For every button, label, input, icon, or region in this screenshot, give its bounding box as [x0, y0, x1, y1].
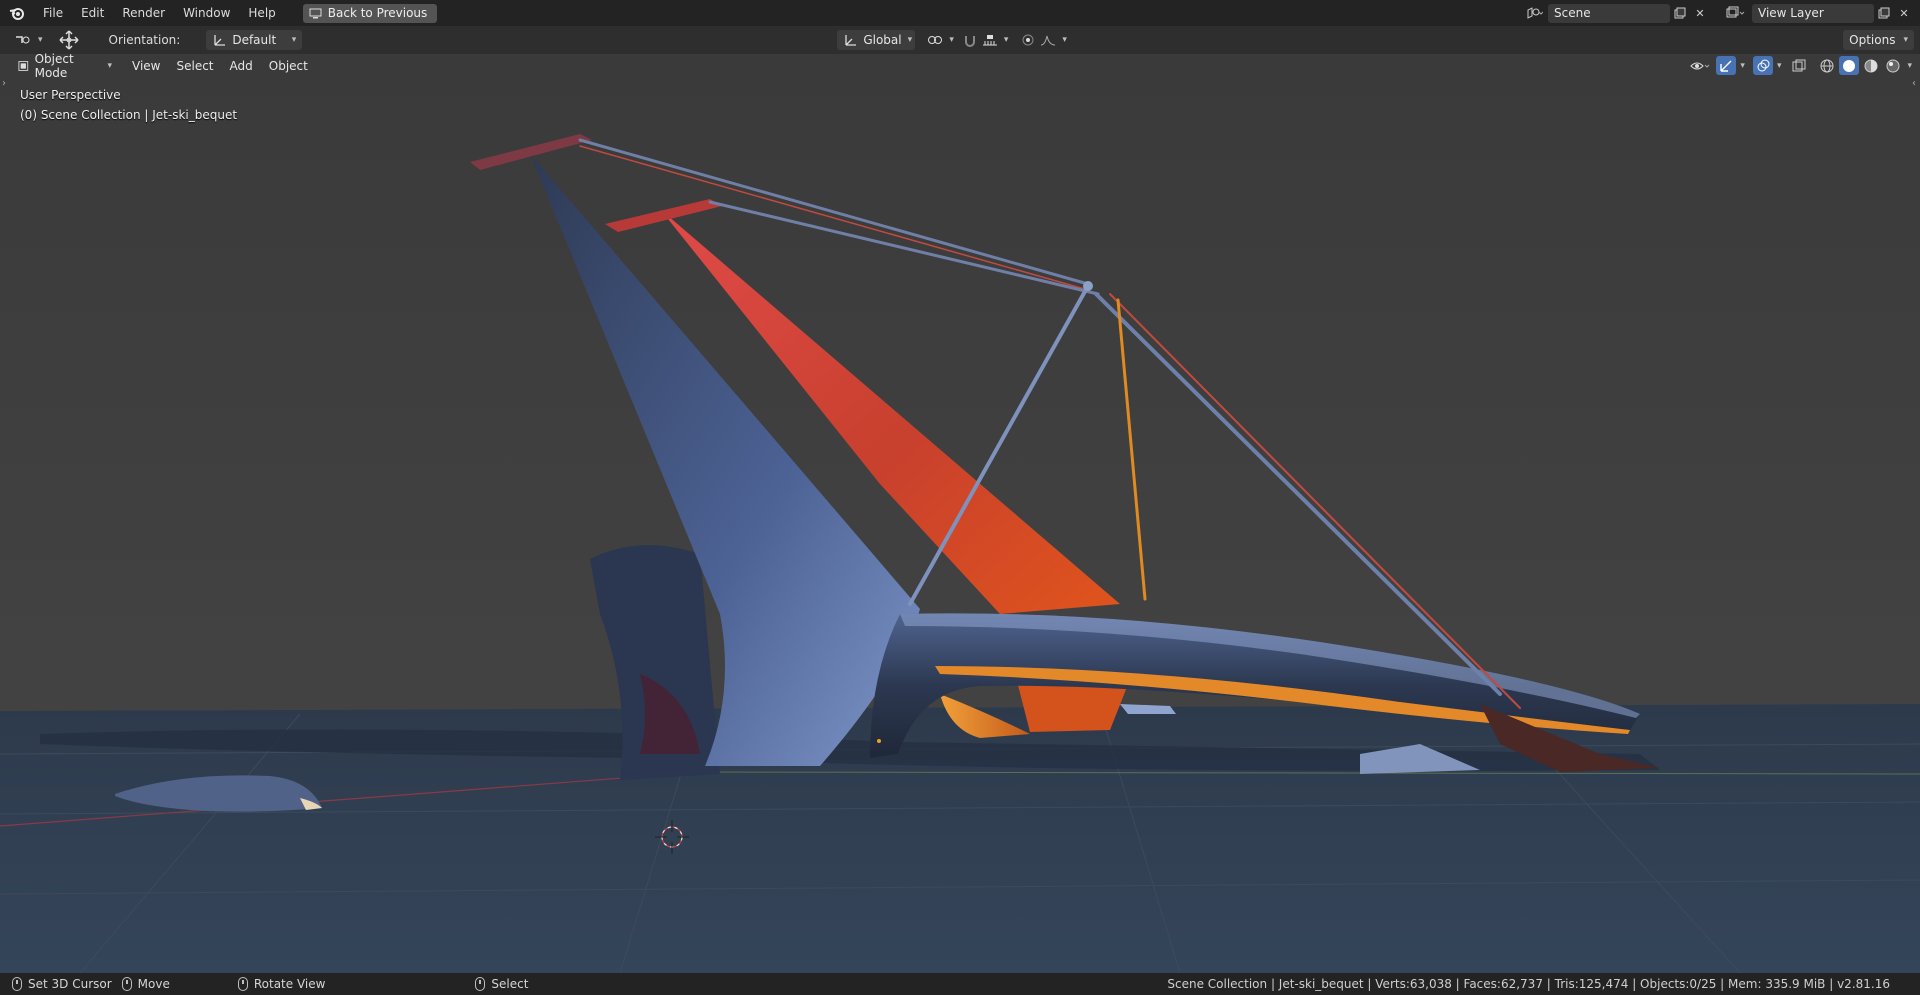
overlays-toggle-icon[interactable]: [1752, 56, 1773, 75]
new-scene-icon[interactable]: [1670, 4, 1690, 23]
collection-label: (0) Scene Collection | Jet-ski_bequet: [20, 108, 238, 122]
viewport-menu-add[interactable]: Add: [222, 59, 261, 73]
mouse-right-icon: [475, 977, 486, 991]
transform-space-value: Global: [863, 33, 902, 47]
chevron-down-icon: ▾: [1903, 35, 1908, 45]
scene-selector-icon[interactable]: [1520, 4, 1548, 23]
status-set-cursor: Set 3D Cursor: [12, 977, 112, 991]
falloff-curve-icon: [1041, 35, 1056, 46]
mouse-left-icon: [12, 977, 22, 991]
chevron-down-icon: ▾: [949, 35, 954, 45]
orientation-axes-icon: [214, 35, 226, 46]
menu-file[interactable]: File: [34, 0, 72, 26]
sidebar-toggle-arrow[interactable]: ‹: [1912, 78, 1916, 89]
viewport-menu-select[interactable]: Select: [168, 59, 221, 73]
status-select-label: Select: [491, 977, 529, 991]
select-tool-icon: [16, 36, 30, 44]
chevron-down-icon[interactable]: ▾: [1907, 61, 1912, 71]
new-view-layer-icon[interactable]: [1874, 4, 1894, 23]
chevron-down-icon[interactable]: ▾: [1777, 61, 1782, 71]
object-origin: [877, 739, 881, 743]
status-move-label: Move: [137, 977, 170, 991]
options-dropdown[interactable]: Options ▾: [1843, 30, 1914, 50]
xray-toggle-icon[interactable]: [1789, 56, 1809, 75]
viewport-header: Object Mode ▾ View Select Add Object ▾ ▾: [0, 52, 1920, 80]
viewport-menu-object[interactable]: Object: [261, 59, 316, 73]
object-mode-icon: [18, 61, 29, 71]
falloff-dropdown[interactable]: ▾: [1038, 30, 1069, 50]
snap-toggle-icon[interactable]: [960, 31, 980, 50]
chevron-down-icon: ▾: [907, 35, 913, 45]
status-select: Select: [475, 977, 528, 991]
move-tool-icon[interactable]: [55, 30, 83, 50]
chevron-down-icon: ▾: [38, 35, 43, 45]
view-layer-field[interactable]: View Layer: [1752, 3, 1874, 23]
menu-help[interactable]: Help: [239, 0, 284, 26]
orientation-dropdown[interactable]: Default ▾: [206, 30, 303, 50]
back-to-previous-label: Back to Previous: [327, 6, 428, 20]
visibility-eye-icon[interactable]: [1686, 56, 1714, 75]
global-axes-icon: [845, 35, 857, 46]
mode-dropdown[interactable]: Object Mode ▾: [12, 52, 118, 80]
delete-scene-icon[interactable]: ✕: [1690, 4, 1710, 23]
snap-target-dropdown[interactable]: ▾: [980, 30, 1011, 50]
chevron-down-icon: ▾: [1003, 35, 1009, 45]
screen-icon: [309, 8, 322, 18]
proportional-edit-icon[interactable]: [1018, 31, 1038, 50]
view-layer-selector-icon[interactable]: [1718, 4, 1752, 23]
toolbar-toggle-arrow[interactable]: ›: [2, 78, 6, 89]
viewport-scene: [0, 54, 1920, 973]
back-to-previous-button[interactable]: Back to Previous: [302, 3, 438, 23]
chevron-down-icon: ▾: [1062, 35, 1067, 45]
solid-shading-icon[interactable]: [1839, 56, 1860, 75]
viewport-menu-view[interactable]: View: [124, 59, 168, 73]
3d-viewport[interactable]: › ‹ User Perspective (0) Scene Collectio…: [0, 54, 1920, 973]
pivot-point-dropdown[interactable]: ▾: [921, 30, 960, 50]
orientation-label: Orientation:: [108, 33, 181, 47]
status-rotate: Rotate View: [237, 977, 326, 991]
material-preview-icon[interactable]: [1861, 56, 1881, 75]
mouse-drag-icon: [121, 977, 132, 991]
scene-name-value: Scene: [1554, 6, 1591, 20]
delete-view-layer-icon[interactable]: ✕: [1894, 4, 1914, 23]
top-menu-bar: File Edit Render Window Help Back to Pre…: [0, 0, 1920, 26]
options-label: Options: [1849, 33, 1896, 47]
menu-edit[interactable]: Edit: [72, 0, 113, 26]
rendered-shading-icon[interactable]: [1883, 56, 1903, 75]
mouse-middle-icon: [237, 977, 248, 991]
view-layer-value: View Layer: [1758, 6, 1824, 20]
mode-value: Object Mode: [34, 52, 74, 80]
menu-render[interactable]: Render: [113, 0, 174, 26]
status-rotate-label: Rotate View: [253, 977, 326, 991]
editor-type-selector[interactable]: ▾: [8, 30, 49, 50]
pivot-icon: [928, 36, 943, 44]
blender-logo-icon[interactable]: [0, 0, 34, 26]
perspective-label: User Perspective: [20, 88, 121, 102]
status-bar: Set 3D Cursor Move Rotate View Select Sc…: [0, 973, 1920, 995]
orientation-value: Default: [232, 33, 277, 47]
chevron-down-icon: ▾: [107, 61, 112, 71]
menu-window[interactable]: Window: [174, 0, 239, 26]
tool-header: ▾ Orientation: Default ▾ Global ▾ ▾ ▾ ▾ …: [0, 26, 1920, 54]
status-set-cursor-label: Set 3D Cursor: [28, 977, 112, 991]
snap-increment-icon: [982, 35, 997, 46]
chevron-down-icon: ▾: [291, 35, 297, 45]
wireframe-shading-icon[interactable]: [1817, 56, 1837, 75]
transform-space-dropdown[interactable]: Global ▾: [837, 30, 916, 50]
status-move: Move: [121, 977, 170, 991]
scene-name-field[interactable]: Scene: [1548, 3, 1670, 23]
gizmo-toggle-icon[interactable]: [1716, 56, 1737, 75]
chevron-down-icon[interactable]: ▾: [1740, 61, 1745, 71]
scene-statistics: Scene Collection | Jet-ski_bequet | Vert…: [1167, 977, 1890, 991]
